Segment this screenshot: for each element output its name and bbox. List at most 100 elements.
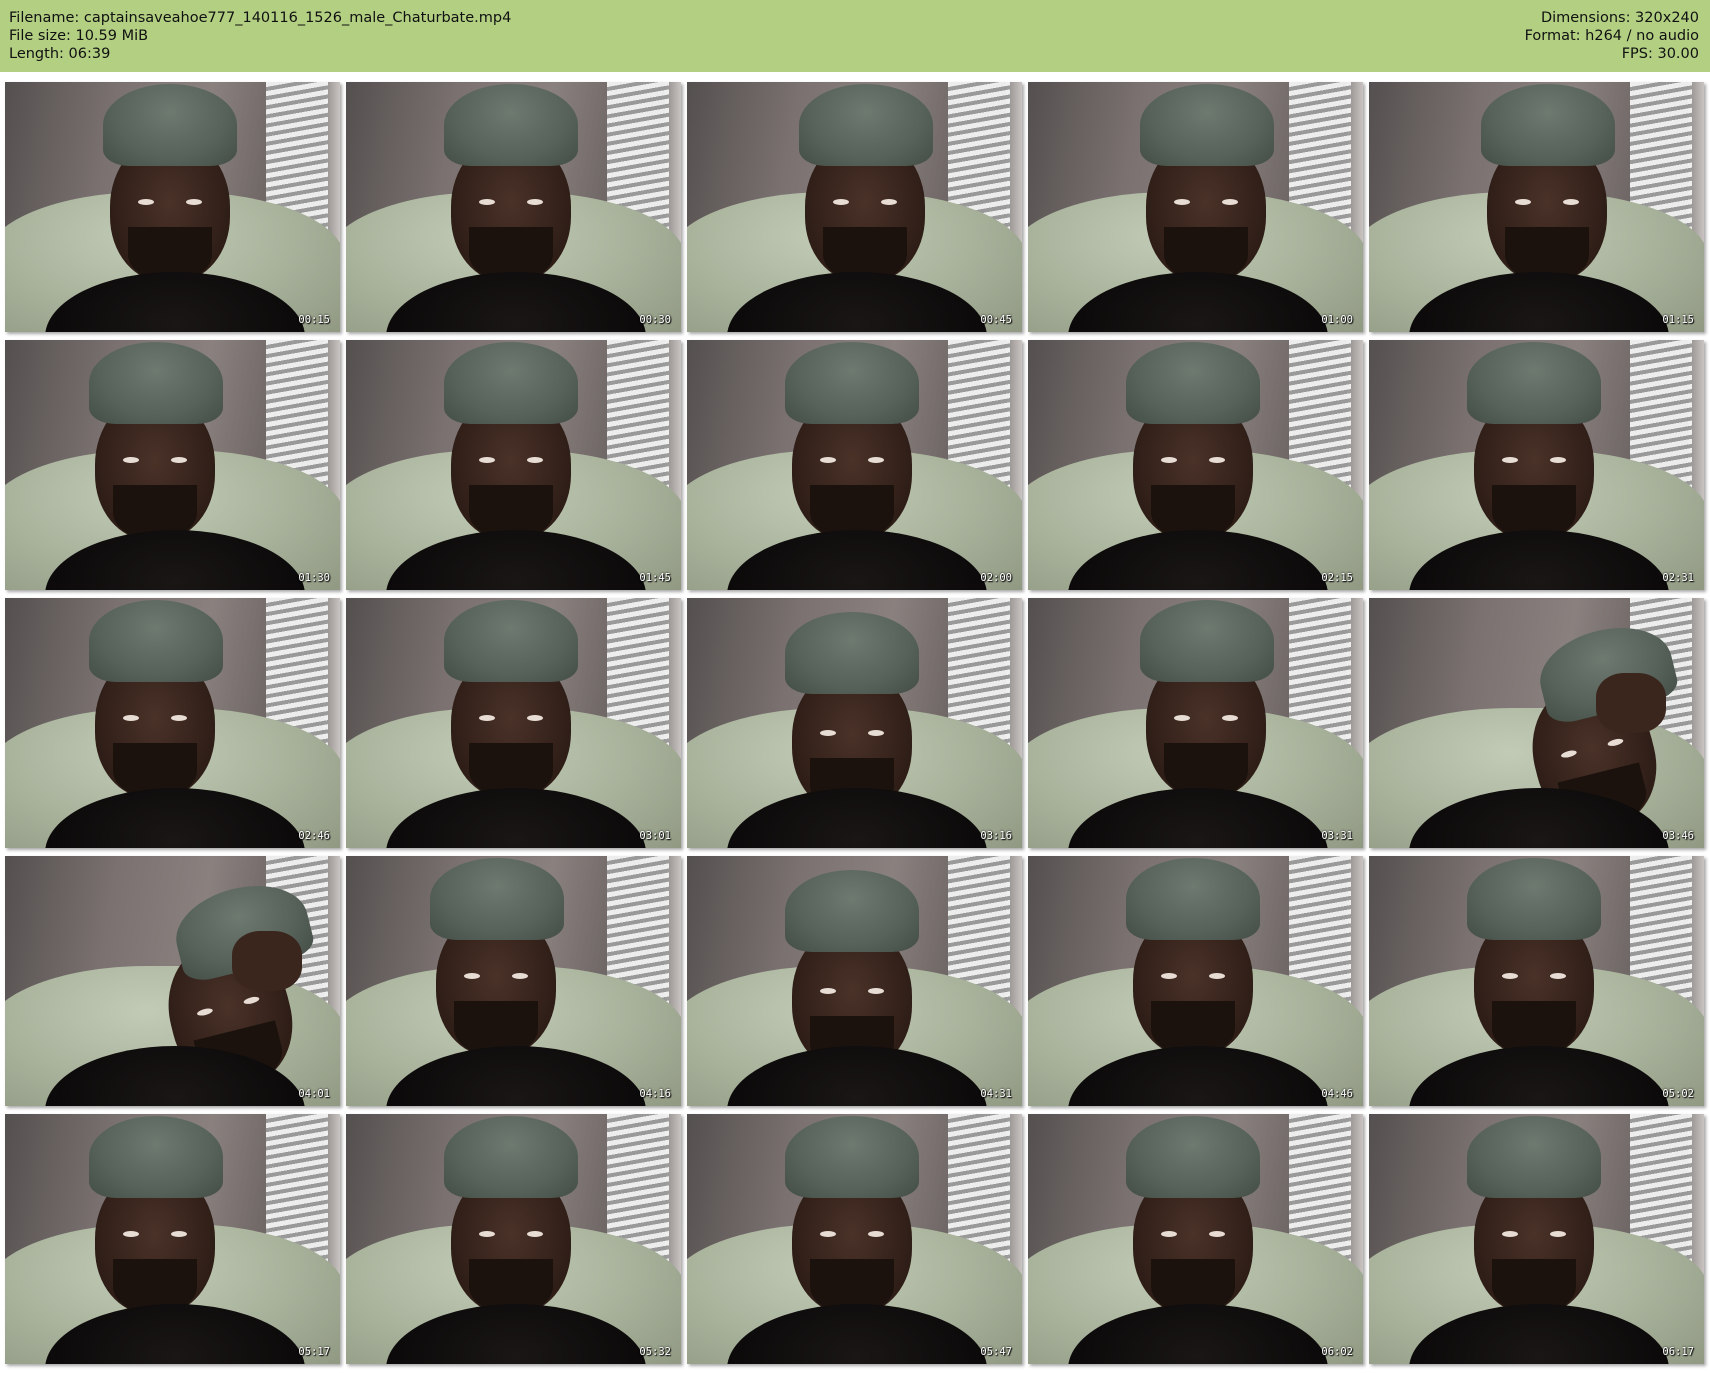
person-eye — [186, 199, 202, 205]
person-beanie — [1126, 342, 1260, 424]
person-eye — [1515, 199, 1531, 205]
person-eye — [881, 199, 897, 205]
person-beanie — [430, 858, 564, 940]
video-thumbnail[interactable]: 03:01 — [346, 598, 681, 848]
person-beanie — [1140, 84, 1274, 166]
thumbnail-timestamp: 01:45 — [639, 572, 671, 584]
video-thumbnail[interactable]: 01:30 — [5, 340, 340, 590]
person-eye — [1174, 199, 1190, 205]
person-eye — [1550, 457, 1566, 463]
person-eye — [464, 973, 480, 979]
person-eye — [138, 199, 154, 205]
file-info-right: Dimensions: 320x240 Format: h264 / no au… — [1525, 9, 1699, 63]
person-eye — [1209, 973, 1225, 979]
person-eye — [1560, 749, 1578, 759]
video-thumbnail[interactable]: 04:46 — [1028, 856, 1363, 1106]
thumbnail-timestamp: 03:01 — [639, 830, 671, 842]
person-eye — [868, 1231, 884, 1237]
person-eye — [242, 995, 260, 1006]
thumbnail-timestamp: 00:15 — [298, 314, 330, 326]
video-thumbnail[interactable]: 03:31 — [1028, 598, 1363, 848]
thumbnail-timestamp: 05:17 — [298, 1346, 330, 1358]
person-beanie — [444, 342, 578, 424]
video-thumbnail[interactable]: 01:15 — [1369, 82, 1704, 332]
file-info-left: Filename: captainsaveahoe777_140116_1526… — [9, 9, 511, 63]
person-eye — [479, 1231, 495, 1237]
person-beanie — [89, 342, 223, 424]
person-beanie — [799, 84, 933, 166]
person-eye — [820, 730, 836, 736]
person-eye — [1209, 457, 1225, 463]
video-thumbnail[interactable]: 02:15 — [1028, 340, 1363, 590]
thumbnail-timestamp: 02:31 — [1662, 572, 1694, 584]
thumbnail-timestamp: 00:45 — [980, 314, 1012, 326]
format-text: Format: h264 / no audio — [1524, 28, 1699, 44]
person-beanie — [89, 600, 223, 682]
thumbnail-grid: 00:15 00:30 00:45 01:00 01:15 01:30 01:45 02:00… — [5, 82, 1704, 1364]
video-thumbnail[interactable]: 03:46 — [1369, 598, 1704, 848]
person-eye — [1161, 457, 1177, 463]
video-thumbnail[interactable]: 05:47 — [687, 1114, 1022, 1364]
filename-text: Filename: captainsaveahoe777_140116_1526… — [9, 10, 512, 26]
thumbnail-timestamp: 05:02 — [1662, 1088, 1694, 1100]
thumbnail-timestamp: 01:15 — [1662, 314, 1694, 326]
fps-text: FPS: 30.00 — [1621, 46, 1699, 62]
person-eye — [123, 1231, 139, 1237]
person-eye — [1550, 1231, 1566, 1237]
video-thumbnail[interactable]: 02:46 — [5, 598, 340, 848]
dimensions-text: Dimensions: 320x240 — [1540, 10, 1699, 26]
person-eye — [868, 457, 884, 463]
person-beanie — [1140, 600, 1274, 682]
thumbnail-timestamp: 04:46 — [1321, 1088, 1353, 1100]
person-eye — [527, 199, 543, 205]
person-eye — [833, 199, 849, 205]
thumbnail-timestamp: 02:15 — [1321, 572, 1353, 584]
person-beanie — [785, 870, 919, 952]
video-thumbnail[interactable]: 03:16 — [687, 598, 1022, 848]
person-eye — [171, 1231, 187, 1237]
video-thumbnail[interactable]: 00:15 — [5, 82, 340, 332]
person-eye — [123, 457, 139, 463]
video-thumbnail[interactable]: 06:17 — [1369, 1114, 1704, 1364]
video-thumbnail[interactable]: 06:02 — [1028, 1114, 1363, 1364]
video-thumbnail[interactable]: 05:17 — [5, 1114, 340, 1364]
video-thumbnail[interactable]: 01:00 — [1028, 82, 1363, 332]
video-thumbnail[interactable]: 02:31 — [1369, 340, 1704, 590]
person-eye — [820, 1231, 836, 1237]
person-eye — [527, 1231, 543, 1237]
person-beanie — [785, 612, 919, 694]
person-eye — [512, 973, 528, 979]
person-beanie — [785, 342, 919, 424]
person-hand — [232, 931, 302, 991]
person-beanie — [1126, 1116, 1260, 1198]
person-eye — [868, 730, 884, 736]
video-thumbnail[interactable]: 00:30 — [346, 82, 681, 332]
person-beanie — [1481, 84, 1615, 166]
video-thumbnail[interactable]: 05:02 — [1369, 856, 1704, 1106]
person-eye — [527, 715, 543, 721]
video-thumbnail[interactable]: 04:01 — [5, 856, 340, 1106]
video-thumbnail[interactable]: 04:31 — [687, 856, 1022, 1106]
person-hand — [1596, 673, 1666, 733]
length-text: Length: 06:39 — [9, 46, 111, 62]
person-beanie — [444, 84, 578, 166]
person-eye — [1222, 715, 1238, 721]
person-eye — [1161, 973, 1177, 979]
person-eye — [1502, 973, 1518, 979]
person-eye — [1502, 457, 1518, 463]
video-thumbnail[interactable]: 01:45 — [346, 340, 681, 590]
person-beanie — [1467, 858, 1601, 940]
video-thumbnail[interactable]: 00:45 — [687, 82, 1022, 332]
thumbnail-timestamp: 02:46 — [298, 830, 330, 842]
thumbnail-timestamp: 06:02 — [1321, 1346, 1353, 1358]
person-eye — [820, 988, 836, 994]
thumbnail-timestamp: 05:47 — [980, 1346, 1012, 1358]
thumbnail-timestamp: 04:31 — [980, 1088, 1012, 1100]
person-eye — [171, 715, 187, 721]
thumbnail-timestamp: 03:46 — [1662, 830, 1694, 842]
video-thumbnail[interactable]: 02:00 — [687, 340, 1022, 590]
video-thumbnail[interactable]: 05:32 — [346, 1114, 681, 1364]
video-thumbnail[interactable]: 04:16 — [346, 856, 681, 1106]
person-beanie — [1126, 858, 1260, 940]
thumbnail-timestamp: 04:01 — [298, 1088, 330, 1100]
